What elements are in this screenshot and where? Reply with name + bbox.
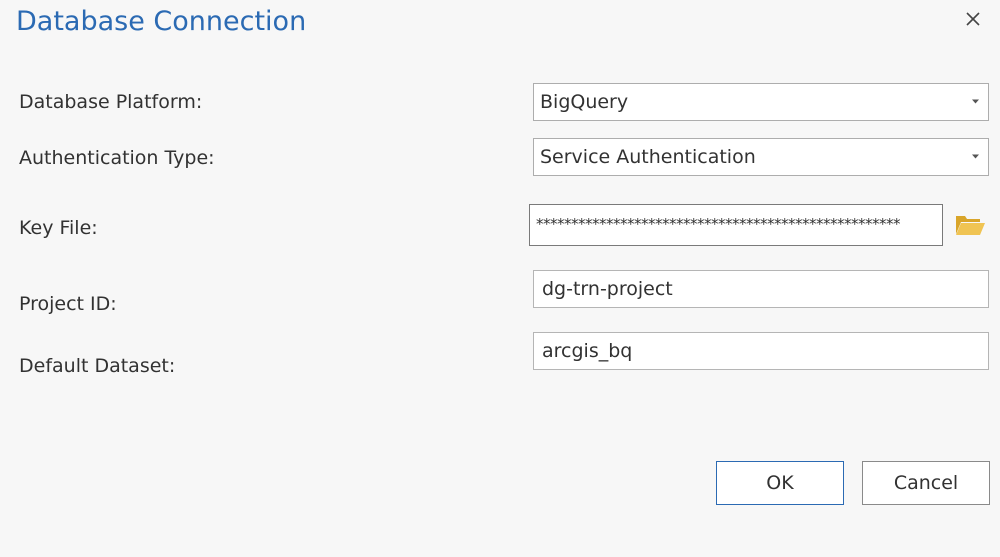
key-file-value: ****************************************… xyxy=(536,215,901,233)
default-dataset-value: arcgis_bq xyxy=(542,340,633,362)
database-platform-label: Database Platform: xyxy=(19,91,203,113)
key-file-label: Key File: xyxy=(19,217,98,239)
database-platform-select[interactable]: BigQuery xyxy=(533,83,989,121)
project-id-value: dg-trn-project xyxy=(542,278,673,300)
database-platform-value: BigQuery xyxy=(540,91,629,113)
project-id-input[interactable]: dg-trn-project xyxy=(533,270,989,308)
authentication-type-select[interactable]: Service Authentication xyxy=(533,138,989,176)
folder-open-icon xyxy=(956,216,985,235)
cancel-button[interactable]: Cancel xyxy=(862,461,990,505)
chevron-down-icon xyxy=(972,154,979,159)
dialog-title: Database Connection xyxy=(16,6,307,37)
project-id-label: Project ID: xyxy=(19,293,117,315)
ok-button[interactable]: OK xyxy=(716,461,844,505)
default-dataset-label: Default Dataset: xyxy=(19,355,176,377)
key-file-input[interactable]: ****************************************… xyxy=(529,204,943,246)
close-icon xyxy=(966,12,980,26)
authentication-type-value: Service Authentication xyxy=(540,146,756,168)
default-dataset-input[interactable]: arcgis_bq xyxy=(533,332,989,370)
database-connection-dialog: Database Connection Database Platform: B… xyxy=(0,0,1000,557)
authentication-type-label: Authentication Type: xyxy=(19,147,215,169)
close-button[interactable] xyxy=(958,4,988,34)
browse-key-file-button[interactable] xyxy=(954,212,986,238)
chevron-down-icon xyxy=(972,99,979,104)
